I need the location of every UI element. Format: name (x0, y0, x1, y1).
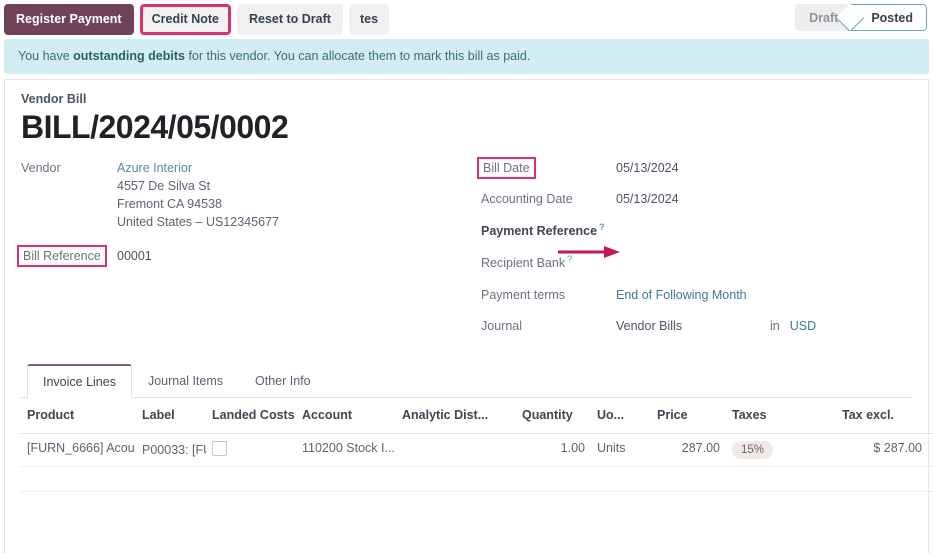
table-row-spacer (21, 467, 933, 492)
payment-reference-label: Payment Reference (481, 224, 597, 238)
table-header-row: Product Label Landed Costs Account Analy… (21, 398, 933, 434)
column-header-quantity[interactable]: Quantity (516, 398, 591, 434)
control-panel: Register Payment Credit Note Reset to Dr… (0, 0, 933, 36)
alert-text-bold: outstanding debits (73, 49, 185, 63)
vendor-name-link[interactable]: Azure Interior (117, 159, 279, 177)
cell-price[interactable]: 287.00 (651, 433, 726, 467)
bill-date-label: Bill Date (477, 157, 536, 179)
field-journal: Journal Vendor Bills in USD (481, 317, 912, 335)
tes-button[interactable]: tes (349, 4, 389, 35)
journal-label: Journal (481, 317, 616, 335)
payment-terms-label: Payment terms (481, 286, 616, 304)
reset-to-draft-button[interactable]: Reset to Draft (237, 4, 343, 35)
journal-currency[interactable]: USD (790, 317, 816, 335)
outstanding-debits-alert: You have outstanding debits for this ven… (4, 39, 929, 74)
form-column-right: Bill Date 05/13/2024 Accounting Date 05/… (481, 159, 912, 344)
bill-date-value[interactable]: 05/13/2024 (616, 159, 679, 177)
vendor-value-group: Azure Interior 4557 De Silva St Fremont … (117, 159, 279, 231)
invoice-lines-table: Product Label Landed Costs Account Analy… (21, 398, 933, 493)
journal-value-group: Vendor Bills in USD (616, 317, 816, 335)
status-stage-posted[interactable]: Posted (851, 4, 927, 31)
journal-value[interactable]: Vendor Bills (616, 317, 682, 335)
credit-note-button[interactable]: Credit Note (140, 4, 231, 35)
vendor-address-line-3: United States – US12345677 (117, 213, 279, 231)
field-payment-terms: Payment terms End of Following Month (481, 286, 912, 304)
vendor-address-line-2: Fremont CA 94538 (117, 195, 279, 213)
recipient-bank-label: Recipient Bank (481, 257, 565, 271)
cell-row-options (928, 433, 933, 467)
table-row[interactable]: [FURN_6666] Acou P00033: [FURN_6666] Aco… (21, 433, 933, 467)
action-button-group: Register Payment Credit Note Reset to Dr… (4, 4, 389, 35)
notebook-tabs: Invoice Lines Journal Items Other Info (21, 363, 912, 398)
cell-landed-costs (206, 433, 296, 467)
payment-terms-value[interactable]: End of Following Month (616, 286, 747, 304)
cell-account[interactable]: 110200 Stock I... (296, 433, 396, 467)
cell-uom[interactable]: Units (591, 433, 651, 467)
status-bar: Draft Posted (795, 4, 927, 31)
column-header-analytic-dist[interactable]: Analytic Dist... (396, 398, 516, 434)
bill-reference-label-wrap: Bill Reference (21, 247, 117, 265)
cell-label[interactable]: P00033: [FURN_6666] Acoustic Bloc Screen… (136, 433, 206, 467)
column-options-header (928, 398, 933, 434)
alert-text-before: You have (18, 49, 73, 63)
cell-quantity[interactable]: 1.00 (516, 433, 591, 467)
field-bill-date: Bill Date 05/13/2024 (481, 159, 912, 177)
form-columns: Vendor Azure Interior 4557 De Silva St F… (21, 159, 912, 344)
landed-costs-checkbox[interactable] (212, 441, 227, 456)
recipient-bank-help-icon[interactable]: ? (567, 254, 572, 264)
field-payment-reference: Payment Reference? (481, 218, 912, 240)
status-stage-draft-label: Draft (809, 11, 838, 25)
register-payment-button[interactable]: Register Payment (4, 4, 134, 35)
column-header-product[interactable]: Product (21, 398, 136, 434)
column-header-taxes[interactable]: Taxes (726, 398, 836, 434)
column-header-landed-costs[interactable]: Landed Costs (206, 398, 296, 434)
tab-other-info[interactable]: Other Info (239, 364, 327, 398)
vendor-label: Vendor (21, 159, 117, 177)
status-stage-posted-label: Posted (871, 11, 913, 25)
field-accounting-date: Accounting Date 05/13/2024 (481, 190, 912, 208)
form-column-left: Vendor Azure Interior 4557 De Silva St F… (21, 159, 481, 344)
cell-product[interactable]: [FURN_6666] Acou (21, 433, 136, 467)
bill-date-label-wrap: Bill Date (481, 159, 616, 177)
field-vendor: Vendor Azure Interior 4557 De Silva St F… (21, 159, 481, 231)
column-header-account[interactable]: Account (296, 398, 396, 434)
journal-in-word: in (770, 317, 780, 335)
tax-badge: 15% (732, 441, 773, 460)
page-title: BILL/2024/05/0002 (21, 110, 912, 145)
cell-analytic-dist[interactable] (396, 433, 516, 467)
cell-tax-excl: $ 287.00 (836, 433, 928, 467)
document-type-label: Vendor Bill (21, 92, 912, 106)
column-header-label[interactable]: Label (136, 398, 206, 434)
tab-journal-items[interactable]: Journal Items (132, 364, 239, 398)
record-sheet: Vendor Bill BILL/2024/05/0002 Vendor Azu… (4, 79, 929, 553)
column-header-uom[interactable]: Uo... (591, 398, 651, 434)
column-header-price[interactable]: Price (651, 398, 726, 434)
accounting-date-label: Accounting Date (481, 190, 616, 208)
alert-text-after: for this vendor. You can allocate them t… (185, 49, 530, 63)
payment-reference-help-icon[interactable]: ? (599, 222, 605, 232)
payment-reference-label-wrap: Payment Reference? (481, 218, 605, 240)
bill-reference-value[interactable]: 00001 (117, 247, 152, 265)
column-header-tax-excl[interactable]: Tax excl. (836, 398, 928, 434)
notebook: Invoice Lines Journal Items Other Info (21, 363, 912, 493)
accounting-date-value[interactable]: 05/13/2024 (616, 190, 679, 208)
field-bill-reference: Bill Reference 00001 (21, 247, 481, 265)
recipient-bank-label-wrap: Recipient Bank? (481, 250, 572, 272)
cell-taxes[interactable]: 15% (726, 433, 836, 467)
bill-reference-label: Bill Reference (17, 245, 107, 267)
field-recipient-bank: Recipient Bank? (481, 250, 912, 272)
tab-invoice-lines[interactable]: Invoice Lines (27, 364, 132, 398)
vendor-address-line-1: 4557 De Silva St (117, 177, 279, 195)
